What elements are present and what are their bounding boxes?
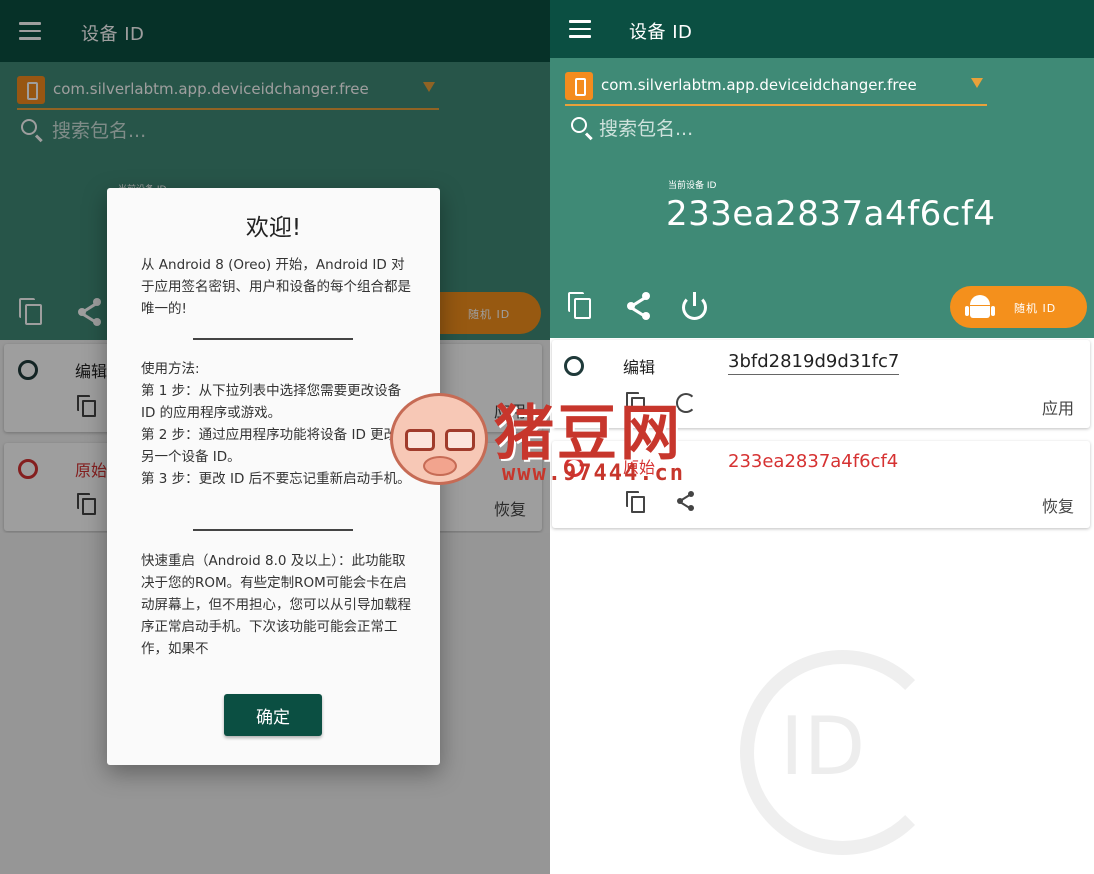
dialog-step-2: 第 2 步：通过应用程序功能将设备 ID 更改为另一个设备 ID。 [141, 427, 411, 465]
search-icon [571, 117, 587, 133]
share-icon[interactable] [625, 292, 653, 320]
dialog-usage-title: 使用方法: [141, 361, 200, 377]
app-bar: 设备 ID [550, 0, 1094, 58]
original-radio[interactable] [564, 457, 584, 477]
dialog-title: 欢迎! [245, 215, 302, 241]
app-title: 设备 ID [629, 22, 693, 43]
edit-label: 编辑 [623, 358, 656, 377]
original-id-value: 233ea2837a4f6cf4 [728, 451, 899, 472]
original-label: 原始 [623, 458, 656, 477]
dialog-divider [193, 529, 353, 531]
original-copy-icon[interactable] [626, 491, 646, 513]
edit-copy-icon[interactable] [626, 392, 646, 414]
edit-id-input[interactable]: 3bfd2819d9d31fc7 [728, 351, 900, 375]
right-screen: 设备 ID com.silverlabtm.app.deviceidchange… [550, 0, 1094, 874]
original-card: 原始 233ea2837a4f6cf4 恢复 [552, 441, 1090, 528]
random-id-label: 随机 ID [1014, 302, 1057, 315]
random-id-button[interactable]: 随机 ID [950, 286, 1087, 328]
original-share-icon[interactable] [676, 491, 696, 513]
power-icon[interactable] [681, 292, 709, 320]
dialog-ok-button[interactable]: 确定 [224, 694, 322, 736]
package-name: com.silverlabtm.app.deviceidchanger.free [601, 76, 917, 94]
edit-refresh-icon[interactable] [676, 393, 696, 413]
apply-button[interactable]: 应用 [1042, 395, 1074, 419]
menu-icon[interactable] [569, 20, 591, 38]
dropdown-arrow-icon[interactable] [971, 78, 983, 88]
background-logo-text: ID [780, 700, 866, 793]
edit-radio[interactable] [564, 356, 584, 376]
dialog-divider [193, 338, 353, 340]
restore-button[interactable]: 恢复 [1042, 493, 1074, 517]
action-row: 随机 ID [550, 282, 1094, 332]
left-screen: 设备 ID com.silverlabtm.app.deviceidchange… [0, 0, 550, 874]
hero-panel: com.silverlabtm.app.deviceidchanger.free… [550, 58, 1094, 338]
copy-icon[interactable] [568, 292, 596, 320]
current-id-value: 233ea2837a4f6cf4 [666, 194, 996, 234]
app-package-icon [565, 72, 593, 100]
search-input[interactable]: 搜索包名... [599, 114, 693, 141]
dialog-intro-text: 从 Android 8 (Oreo) 开始，Android ID 对于应用签名密… [141, 257, 411, 317]
current-id-label: 当前设备 ID [668, 181, 717, 191]
search-bar[interactable]: 搜索包名... [568, 112, 988, 144]
dialog-step-1: 第 1 步：从下拉列表中选择您需要更改设备 ID 的应用程序或游戏。 [141, 383, 402, 421]
package-dropdown[interactable]: com.silverlabtm.app.deviceidchanger.free [565, 70, 987, 106]
edit-card: 编辑 3bfd2819d9d31fc7 应用 [552, 340, 1090, 428]
dialog-quick-reboot-text: 快速重启（Android 8.0 及以上）：此功能取决于您的ROM。有些定制RO… [141, 553, 411, 657]
dialog-step-3: 第 3 步：更改 ID 后不要忘记重新启动手机。 [141, 471, 411, 487]
welcome-dialog: 欢迎! 从 Android 8 (Oreo) 开始，Android ID 对于应… [107, 188, 440, 765]
android-icon [965, 295, 995, 319]
